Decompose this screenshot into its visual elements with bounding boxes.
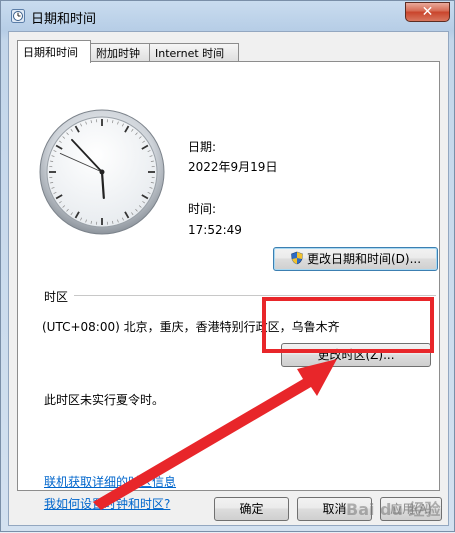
date-time-dialog: 日期和时间 ✕ 日期和时间 附加时钟 Internet 时间: [0, 0, 455, 532]
watermark: Bai du 经验: [346, 496, 440, 520]
tab-date-time[interactable]: 日期和时间: [17, 40, 91, 63]
red-arrow-annotation: [1, 1, 455, 533]
